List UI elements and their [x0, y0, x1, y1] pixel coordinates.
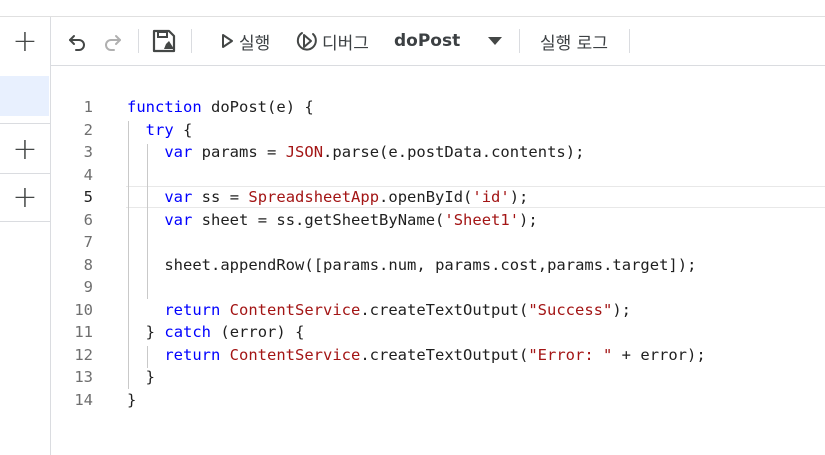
code-text[interactable]: var params = JSON.parse(e.postData.conte… [127, 141, 584, 164]
line-number: 3 [83, 143, 93, 161]
code-editor[interactable]: 1 function doPost(e) {2 try {3 var params… [51, 66, 825, 455]
sidebar: + + + [0, 17, 51, 455]
line-number: 13 [74, 368, 93, 386]
add-service-button[interactable]: + [0, 174, 50, 220]
line-number: 9 [83, 278, 93, 296]
save-button[interactable] [151, 17, 177, 65]
code-text[interactable]: var ss = SpreadsheetApp.openById('id'); [127, 186, 528, 209]
debug-icon [296, 32, 317, 51]
execution-log-label: 실행 로그 [540, 33, 608, 54]
function-select[interactable]: doPost [394, 17, 512, 65]
add-file-button[interactable]: + [0, 18, 50, 64]
sidebar-divider [0, 221, 50, 222]
code-line[interactable]: 3 var params = JSON.parse(e.postData.con… [51, 141, 825, 164]
sidebar-divider [0, 123, 50, 124]
code-line[interactable]: 2 try { [51, 119, 825, 142]
toolbar-separator [138, 29, 139, 53]
line-number: 5 [83, 188, 93, 206]
undo-button[interactable] [65, 17, 89, 65]
redo-button[interactable] [101, 17, 125, 65]
line-number: 14 [74, 390, 93, 409]
save-to-drive-icon [152, 29, 176, 53]
line-number: 10 [74, 300, 93, 319]
code-line[interactable]: 13 } [51, 366, 825, 389]
code-text[interactable]: return ContentService.createTextOutput("… [127, 344, 705, 367]
code-line[interactable]: 7 [51, 231, 825, 254]
code-text[interactable]: try { [127, 119, 193, 142]
code-line[interactable]: 4 [51, 164, 825, 187]
code-line[interactable]: 10 return ContentService.createTextOutpu… [51, 299, 825, 322]
debug-button[interactable]: 디버그 [296, 17, 369, 65]
sidebar-selected-item[interactable] [0, 76, 49, 116]
code-text[interactable]: return ContentService.createTextOutput("… [127, 299, 631, 322]
code-text[interactable]: } [127, 389, 136, 412]
code-text[interactable]: var sheet = ss.getSheetByName('Sheet1'); [127, 209, 537, 232]
dropdown-arrow-icon [488, 37, 502, 45]
code-line[interactable]: 5 var ss = SpreadsheetApp.openById('id')… [51, 186, 825, 209]
line-number: 11 [74, 323, 93, 341]
code-text[interactable]: } [127, 366, 155, 389]
line-number: 2 [83, 120, 93, 139]
code-line[interactable]: 6 var sheet = ss.getSheetByName('Sheet1'… [51, 209, 825, 232]
line-number: 1 [83, 98, 93, 116]
run-label: 실행 [239, 33, 271, 54]
code-line[interactable]: 9 [51, 276, 825, 299]
code-line[interactable]: 14} [51, 389, 825, 412]
code-text[interactable]: } catch (error) { [127, 321, 305, 344]
code-text[interactable]: sheet.appendRow([params.num, params.cost… [127, 254, 696, 277]
code-line[interactable]: 8 sheet.appendRow([params.num, params.co… [51, 254, 825, 277]
toolbar-separator [519, 29, 520, 53]
redo-icon [105, 35, 121, 51]
toolbar: 실행 디버그 doPost 실행 로그 [51, 17, 825, 66]
undo-icon [69, 35, 85, 51]
line-number: 8 [83, 255, 93, 274]
code-line[interactable]: 11 } catch (error) { [51, 321, 825, 344]
debug-label: 디버그 [322, 33, 369, 54]
code-line[interactable]: 12 return ContentService.createTextOutpu… [51, 344, 825, 367]
line-number: 12 [74, 345, 93, 364]
toolbar-separator [191, 29, 192, 53]
line-number: 4 [83, 165, 93, 184]
line-number: 7 [83, 233, 93, 251]
code-text[interactable]: function doPost(e) { [127, 96, 314, 119]
run-button[interactable]: 실행 [219, 17, 270, 65]
execution-log-button[interactable]: 실행 로그 [540, 17, 608, 65]
function-select-value: doPost [394, 31, 461, 51]
window-top-strip [0, 0, 825, 17]
code-line[interactable]: 1 function doPost(e) { [51, 96, 825, 119]
line-number: 6 [83, 210, 93, 229]
toolbar-separator [629, 29, 630, 53]
play-icon [222, 34, 233, 48]
add-library-button[interactable]: + [0, 126, 50, 172]
